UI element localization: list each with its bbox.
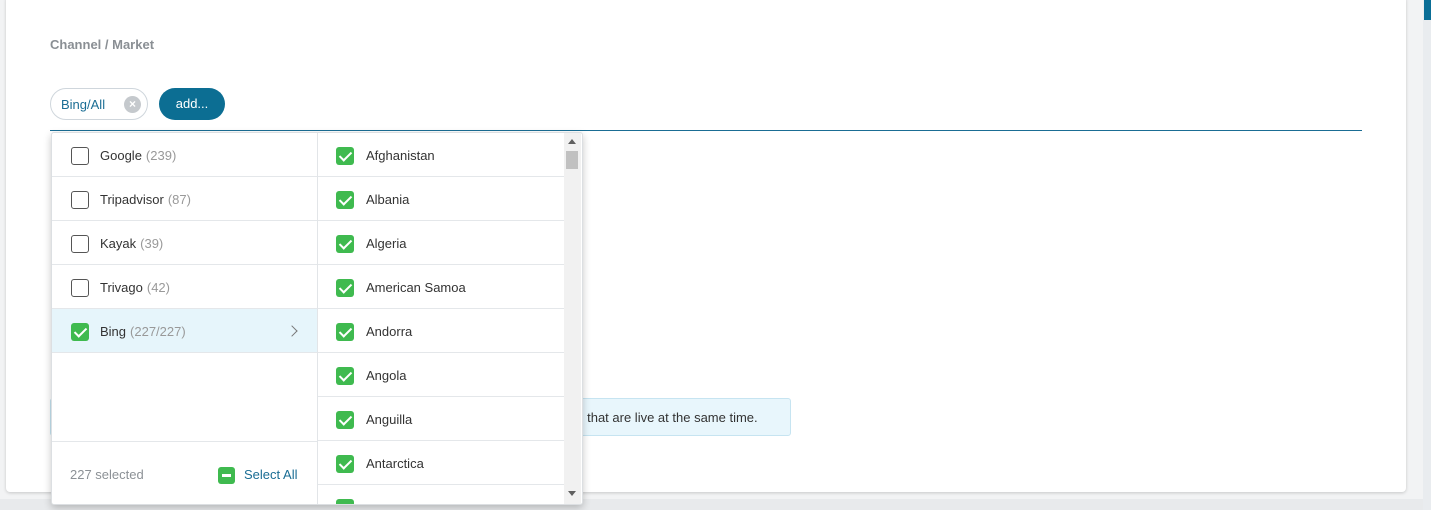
- market-row-partial[interactable]: [318, 485, 564, 504]
- scroll-down-arrow-icon[interactable]: [568, 491, 576, 496]
- channel-name: Google: [100, 148, 142, 163]
- market-list-scrollbar[interactable]: [564, 133, 581, 504]
- channel-name: Bing: [100, 324, 127, 339]
- checkbox-checked[interactable]: [336, 147, 354, 165]
- channel-list: Google (239) Tripadvisor (87) Kayak (39) Tr…: [52, 133, 318, 504]
- checkbox[interactable]: [71, 235, 89, 253]
- market-name: Anguilla: [366, 412, 413, 427]
- market-name: Albania: [366, 192, 410, 207]
- channel-row-tripadvisor[interactable]: Tripadvisor (87): [52, 177, 317, 221]
- right-accent-bar: [1424, 0, 1431, 20]
- market-name: Andorra: [366, 324, 413, 339]
- market-name: Angola: [366, 368, 407, 383]
- checkbox[interactable]: [71, 279, 89, 297]
- market-row[interactable]: Andorra: [318, 309, 564, 353]
- market-name: Antarctica: [366, 456, 424, 471]
- field-underline: [50, 130, 1362, 131]
- right-scroll-strip: [1423, 0, 1431, 510]
- market-row[interactable]: Afghanistan: [318, 133, 564, 177]
- checkbox-checked[interactable]: [336, 191, 354, 209]
- section-label: Channel / Market: [50, 37, 155, 52]
- market-row[interactable]: American Samoa: [318, 265, 564, 309]
- channel-name: Tripadvisor: [100, 192, 164, 207]
- scroll-up-arrow-icon[interactable]: [568, 139, 576, 144]
- checkbox[interactable]: [71, 191, 89, 209]
- info-text: s that are live at the same time.: [577, 410, 758, 425]
- channel-list-footer: 227 selected Select All: [52, 441, 317, 504]
- checkbox-checked[interactable]: [71, 323, 89, 341]
- channel-row-kayak[interactable]: Kayak (39): [52, 221, 317, 265]
- market-name: Algeria: [366, 236, 407, 251]
- select-all-link[interactable]: Select All: [244, 467, 297, 482]
- channel-row-trivago[interactable]: Trivago (42): [52, 265, 317, 309]
- checkbox-checked[interactable]: [336, 499, 354, 504]
- scroll-thumb[interactable]: [566, 151, 578, 169]
- channel-count: (39): [140, 236, 164, 251]
- channel-name: Trivago: [100, 280, 143, 295]
- market-name: American Samoa: [366, 280, 466, 295]
- chip-bing-all: Bing/All ×: [50, 88, 148, 120]
- market-row[interactable]: Algeria: [318, 221, 564, 265]
- checkbox-checked[interactable]: [336, 235, 354, 253]
- market-list: Afghanistan Albania Algeria American Sam…: [318, 133, 564, 504]
- market-row[interactable]: Anguilla: [318, 397, 564, 441]
- checkbox-checked[interactable]: [336, 455, 354, 473]
- market-row[interactable]: Angola: [318, 353, 564, 397]
- checkbox-checked[interactable]: [336, 367, 354, 385]
- close-icon[interactable]: ×: [124, 96, 141, 113]
- channel-row-bing[interactable]: Bing (227/227): [52, 309, 317, 353]
- channel-row-google[interactable]: Google (239): [52, 133, 317, 177]
- channel-market-dropdown: Google (239) Tripadvisor (87) Kayak (39) Tr…: [51, 132, 583, 505]
- market-name: Afghanistan: [366, 148, 435, 163]
- channel-name: Kayak: [100, 236, 137, 251]
- chip-label: Bing/All: [61, 97, 106, 112]
- channel-count: (87): [167, 192, 191, 207]
- channel-count: (42): [146, 280, 170, 295]
- selected-count: 227 selected: [70, 467, 144, 482]
- channel-count: (227/227): [130, 324, 186, 339]
- channel-count: (239): [145, 148, 177, 163]
- market-row[interactable]: Albania: [318, 177, 564, 221]
- market-row[interactable]: Antarctica: [318, 441, 564, 485]
- checkbox-checked[interactable]: [336, 411, 354, 429]
- checkbox-checked[interactable]: [336, 323, 354, 341]
- checkbox[interactable]: [71, 147, 89, 165]
- checkbox-checked[interactable]: [336, 279, 354, 297]
- chevron-right-icon: [286, 325, 298, 337]
- partial-checkbox-icon[interactable]: [218, 467, 235, 484]
- add-button[interactable]: add...: [159, 88, 225, 120]
